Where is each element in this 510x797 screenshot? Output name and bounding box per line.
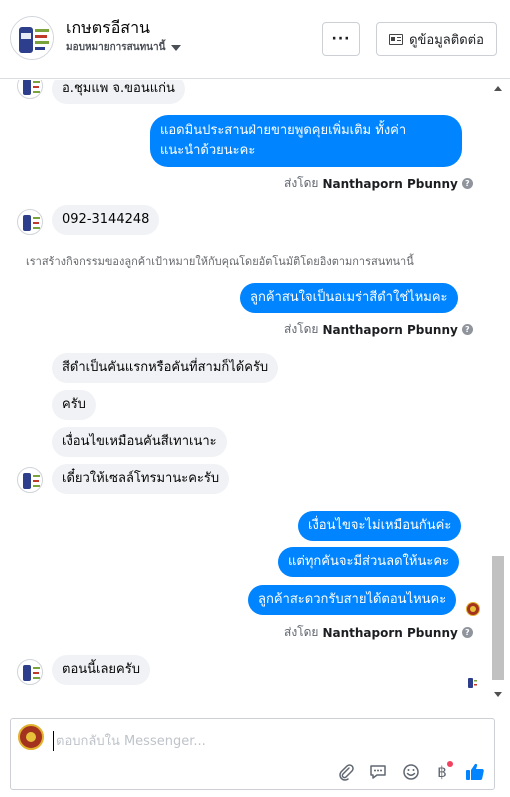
- seen-avatar-icon: [466, 674, 478, 688]
- message-bubble[interactable]: ลูกค้าสะดวกรับสายได้ตอนไหนคะ: [248, 585, 457, 615]
- message-bubble[interactable]: เดี๋ยวให้เซลล์โทรมานะคะรับ: [52, 464, 230, 494]
- message-line: แนะนำด้วยนะคะ: [160, 143, 256, 158]
- help-icon[interactable]: ?: [461, 627, 473, 638]
- scrollbar-thumb[interactable]: [492, 556, 504, 680]
- currency-icon[interactable]: ฿: [431, 761, 453, 783]
- help-icon[interactable]: ?: [461, 324, 473, 335]
- sticker-icon[interactable]: [367, 761, 389, 783]
- message-bubble[interactable]: 092-3144248: [52, 205, 160, 235]
- sent-by-label: ส่งโดย Nanthaporn Pbunny ?: [284, 623, 473, 642]
- message-bubble[interactable]: เงื่อนไขจะไม่เหมือนกันค่ะ: [298, 511, 462, 541]
- customer-avatar: [17, 659, 43, 685]
- assign-label: มอบหมายการสนทนานี้: [66, 42, 166, 53]
- ellipsis-icon: ···: [331, 31, 351, 47]
- automation-notice: เราสร้างกิจกรรมของลูกค้าเป้าหมายให้กับคุ…: [26, 255, 414, 268]
- notification-dot: [447, 761, 453, 767]
- message-bubble[interactable]: ตอนนี้เลยครับ: [52, 655, 150, 685]
- currency-glyph: ฿: [437, 763, 447, 781]
- message-bubble[interactable]: ลูกค้าสนใจเป็นอเมร่าสีดำใช่ไหมคะ: [240, 283, 458, 313]
- sent-by-prefix: ส่งโดย: [284, 322, 319, 336]
- conversation-header: เกษตรอีสาน มอบหมายการสนทนานี้ ··· ดูข้อม…: [0, 0, 510, 79]
- message-bubble[interactable]: แอดมินประสานฝ่ายขายพูดคุยเพิ่มเติม ทั้งค…: [150, 115, 462, 167]
- sender-name: Nanthaporn Pbunny: [322, 322, 458, 337]
- page-logo-icon[interactable]: [10, 16, 54, 60]
- customer-avatar: [17, 467, 43, 493]
- more-options-button[interactable]: ···: [322, 22, 360, 56]
- sent-by-prefix: ส่งโดย: [284, 625, 319, 639]
- customer-avatar: [17, 80, 43, 99]
- attachment-icon[interactable]: [335, 761, 357, 783]
- scroll-up-icon[interactable]: [494, 86, 502, 91]
- messenger-inbox: เกษตรอีสาน มอบหมายการสนทนานี้ ··· ดูข้อม…: [0, 0, 510, 797]
- page-avatar: [18, 724, 44, 750]
- assign-conversation-dropdown[interactable]: มอบหมายการสนทนานี้: [66, 40, 182, 55]
- thumbs-up-icon[interactable]: [463, 761, 487, 783]
- sent-by-label: ส่งโดย Nanthaporn Pbunny ?: [284, 174, 473, 193]
- sent-by-label: ส่งโดย Nanthaporn Pbunny ?: [284, 320, 473, 339]
- view-contact-button[interactable]: ดูข้อมูลติดต่อ: [376, 22, 497, 56]
- view-contact-label: ดูข้อมูลติดต่อ: [409, 32, 484, 48]
- message-line: แอดมินประสานฝ่ายขายพูดคุยเพิ่มเติม ทั้งค…: [160, 123, 407, 138]
- scroll-down-icon[interactable]: [494, 692, 502, 697]
- thread-scrollbar[interactable]: [490, 80, 506, 705]
- message-bubble[interactable]: สีดำเป็นคันแรกหรือคันที่สามก็ได้ครับ: [52, 353, 279, 383]
- sender-name: Nanthaporn Pbunny: [322, 625, 458, 640]
- customer-avatar: [17, 209, 43, 235]
- reply-input[interactable]: [53, 731, 433, 751]
- message-bubble[interactable]: แต่ทุกคันจะมีส่วนลดให้นะคะ: [278, 547, 460, 577]
- message-thread[interactable]: อ.ชุมแพ จ.ขอนแก่น แอดมินประสานฝ่ายขายพูด…: [0, 80, 490, 705]
- message-bubble[interactable]: ครับ: [52, 390, 96, 420]
- contact-card-icon: [389, 33, 404, 45]
- sent-by-prefix: ส่งโดย: [284, 176, 319, 190]
- caret-down-icon: [171, 44, 182, 51]
- sender-name: Nanthaporn Pbunny: [322, 176, 458, 191]
- help-icon[interactable]: ?: [461, 178, 473, 189]
- reply-composer: ฿: [10, 718, 495, 790]
- read-receipt-avatar: [466, 602, 480, 616]
- emoji-icon[interactable]: [400, 761, 422, 783]
- message-bubble[interactable]: อ.ชุมแพ จ.ขอนแก่น: [52, 80, 185, 104]
- page-name: เกษตรอีสาน: [66, 18, 150, 37]
- message-bubble[interactable]: เงื่อนไขเหมือนคันสีเทาเนาะ: [52, 427, 227, 457]
